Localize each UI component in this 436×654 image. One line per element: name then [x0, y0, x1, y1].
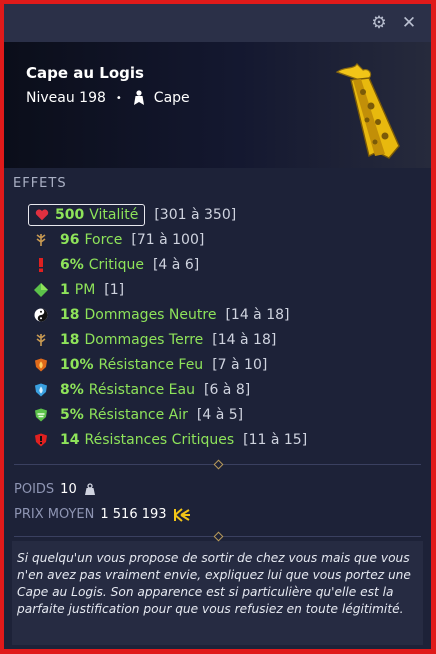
section-divider [14, 531, 421, 542]
effect-range: [4 à 5] [196, 406, 244, 423]
effect-range: [7 à 10] [212, 356, 268, 373]
item-description: Si quelqu'un vous propose de sortir de c… [12, 541, 423, 645]
weight-icon [84, 483, 95, 495]
effect-resistance-air: 5% Résistance Air [4 à 5] [34, 402, 431, 427]
effect-value: 8% [60, 381, 84, 398]
effect-resistances-critiques: 14 Résistances Critiques [11 à 15] [34, 427, 431, 452]
effects-section-title: EFFETS [13, 176, 67, 191]
effect-name: Dommages Neutre [84, 306, 217, 323]
separator-dot: • [115, 92, 122, 104]
kamas-icon [173, 507, 190, 522]
effect-name: Résistance Air [88, 406, 188, 423]
effect-range: [6 à 8] [203, 381, 251, 398]
effect-resistance-feu: 10% Résistance Feu [7 à 10] [34, 352, 431, 377]
effect-range: [4 à 6] [152, 256, 200, 273]
effect-range: [14 à 18] [225, 306, 290, 323]
effect-name: Vitalité [89, 206, 139, 223]
effect-value: 500 [55, 206, 85, 223]
weight-row: POIDS 10 [14, 477, 421, 502]
fire-shield-icon [34, 358, 48, 372]
weight-label: POIDS [14, 482, 55, 497]
gear-icon[interactable]: ⚙ [369, 13, 389, 33]
effect-name: PM [74, 281, 96, 298]
item-tooltip: ⚙ ✕ Cape au Logis Niveau 198 • Cape EFFE… [4, 4, 431, 649]
effect-range: [14 à 18] [212, 331, 277, 348]
price-row: PRIX MOYEN 1 516 193 [14, 502, 421, 527]
water-shield-icon [34, 383, 48, 397]
effect-dommages-neutre: 18 Dommages Neutre [14 à 18] [34, 302, 431, 327]
effect-name: Dommages Terre [84, 331, 204, 348]
critical-icon [34, 257, 48, 272]
heart-icon [35, 208, 49, 222]
vitality-highlight: 500 Vitalité [28, 203, 146, 226]
effect-value: 1 [60, 281, 70, 298]
effect-name: Force [84, 231, 123, 248]
item-level: Niveau 198 [26, 90, 106, 106]
effect-range: [11 à 15] [243, 431, 308, 448]
effect-range: [1] [104, 281, 125, 298]
effect-value: 18 [60, 331, 80, 348]
close-icon[interactable]: ✕ [399, 13, 419, 33]
effect-range: [301 à 350] [154, 206, 237, 223]
effect-value: 6% [60, 256, 84, 273]
force-icon [34, 233, 48, 247]
earth-icon [34, 333, 48, 347]
price-value: 1 516 193 [100, 507, 167, 522]
weight-value: 10 [60, 482, 77, 497]
effect-name: Critique [88, 256, 144, 273]
price-label: PRIX MOYEN [14, 507, 95, 522]
effect-dommages-terre: 18 Dommages Terre [14 à 18] [34, 327, 431, 352]
effect-value: 10% [60, 356, 94, 373]
neutral-icon [34, 308, 48, 322]
item-type: Cape [153, 90, 190, 106]
item-subtitle: Niveau 198 • Cape [26, 90, 190, 106]
cape-icon [133, 90, 144, 105]
effect-name: Résistance Eau [88, 381, 195, 398]
cape-item-image [335, 63, 400, 159]
effect-name: Résistance Feu [98, 356, 204, 373]
air-shield-icon [34, 408, 48, 422]
tooltip-topbar: ⚙ ✕ [4, 4, 431, 42]
effect-resistance-eau: 8% Résistance Eau [6 à 8] [34, 377, 431, 402]
effect-value: 14 [60, 431, 80, 448]
pm-icon [34, 282, 48, 297]
effect-range: [71 à 100] [131, 231, 205, 248]
section-divider [14, 459, 421, 470]
item-header: Cape au Logis Niveau 198 • Cape [4, 42, 431, 168]
effect-vitality: 500 Vitalité [301 à 350] [28, 202, 431, 227]
effect-force: 96 Force [71 à 100] [34, 227, 431, 252]
effects-list: 500 Vitalité [301 à 350] 96 Force [71 à … [4, 196, 431, 452]
item-meta: POIDS 10 PRIX MOYEN 1 516 193 [4, 477, 431, 527]
effect-value: 96 [60, 231, 80, 248]
effect-name: Résistances Critiques [84, 431, 235, 448]
effect-value: 18 [60, 306, 80, 323]
effect-value: 5% [60, 406, 84, 423]
item-name: Cape au Logis [26, 64, 144, 82]
crit-shield-icon [34, 433, 48, 447]
effect-pm: 1 PM [1] [34, 277, 431, 302]
effect-critique: 6% Critique [4 à 6] [34, 252, 431, 277]
